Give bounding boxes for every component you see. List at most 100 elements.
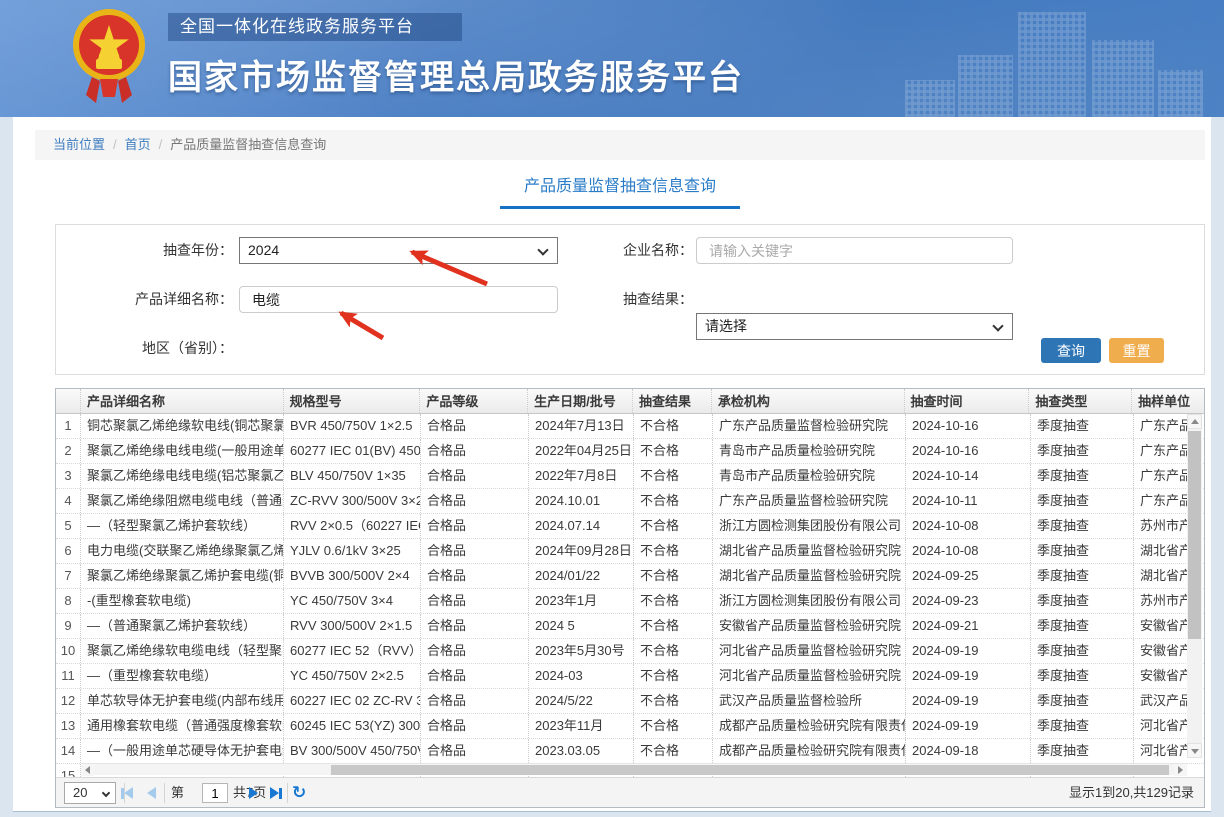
breadcrumb-location-label: 当前位置 [53,137,105,152]
table-row[interactable]: 9 —（普通聚氯乙烯护套软线） RVV 300/500V 2×1.5（ 合格品 … [56,614,1204,639]
cell-inspection-time: 2024-10-08 [906,539,1031,563]
scroll-left-button[interactable] [81,764,94,776]
cell-inspection-type: 季度抽查 [1031,539,1134,563]
table-row[interactable]: 1 铜芯聚氯乙烯绝缘软电线(铜芯聚氯乙 BVR 450/750V 1×2.5 合… [56,414,1204,439]
table-row[interactable]: 5 —（轻型聚氯乙烯护套软线） RVV 2×0.5（60227 IEC 合格品 … [56,514,1204,539]
table-row[interactable]: 4 聚氯乙烯绝缘阻燃电缆电线（普通聚氯 ZC-RVV 300/500V 3×2 … [56,489,1204,514]
pager-divider [164,783,165,803]
reset-button[interactable]: 重置 [1109,338,1164,363]
scroll-down-button[interactable] [1187,743,1202,758]
cell-product-grade: 合格品 [421,414,529,438]
cell-inspection-type: 季度抽查 [1031,639,1134,663]
company-label: 企业名称： [516,237,693,264]
result-label: 抽查结果： [516,286,693,313]
cell-inspection-result: 不合格 [634,664,713,688]
table-row[interactable]: 13 通用橡套软电缆（普通强度橡套软线） 60245 IEC 53(YZ) 30… [56,714,1204,739]
page: 全国一体化在线政务服务平台 国家市场监督管理总局政务服务平台 当前位置/首页/产… [0,0,1224,817]
scroll-right-button[interactable] [1174,764,1187,776]
cell-inspection-result: 不合格 [634,414,713,438]
header-product-grade: 产品等级 [420,389,528,413]
tab-query[interactable]: 产品质量监督抽查信息查询 [500,174,740,209]
table-row[interactable]: 11 —（重型橡套软电缆） YC 450/750V 2×2.5 合格品 2024… [56,664,1204,689]
cell-sampling-unit: 河北省产 [1134,739,1189,763]
triangle-down-icon [1191,749,1199,754]
cell-product-name: 聚氯乙烯绝缘电线电缆(铝芯聚氯乙烯 [81,464,284,488]
table-row[interactable]: 6 电力电缆(交联聚乙烯绝缘聚氯乙烯护 YJLV 0.6/1kV 3×25 合格… [56,539,1204,564]
cell-inspection-type: 季度抽查 [1031,689,1134,713]
cell-production-date: 2024/01/22 [529,564,634,588]
cell-product-name: 单芯软导体无护套电缆(内部布线用导 [81,689,284,713]
cell-inspection-result: 不合格 [634,739,713,763]
building-decoration [1092,40,1154,117]
company-input[interactable] [696,237,1013,264]
cell-inspection-type: 季度抽查 [1031,439,1134,463]
year-select[interactable]: 2024 [239,237,558,264]
cell-inspection-type: 季度抽查 [1031,664,1134,688]
cell-production-date: 2023年1月 [529,589,634,613]
cell-row-number: 9 [56,614,81,638]
cell-row-number: 14 [56,739,81,763]
refresh-icon[interactable]: ↻ [292,778,306,808]
cell-sampling-unit: 湖北省产 [1134,539,1189,563]
cell-spec-model: RVV 2×0.5（60227 IEC [284,514,421,538]
result-select[interactable]: 请选择 [696,313,1013,340]
cell-sampling-unit: 安徽省产 [1134,614,1189,638]
cell-row-number: 8 [56,589,81,613]
cell-inspection-agency: 河北省产品质量监督检验研究院 [713,664,906,688]
table-row[interactable]: 14 —（一般用途单芯硬导体无护套电缆) BV 300/500V 450/750… [56,739,1204,764]
cell-spec-model: RVV 300/500V 2×1.5（ [284,614,421,638]
cell-spec-model: YC 450/750V 2×2.5 [284,664,421,688]
horizontal-scrollbar[interactable] [81,763,1187,775]
page-number-input[interactable] [202,783,228,803]
cell-inspection-agency: 青岛市产品质量检验研究院 [713,464,906,488]
cell-row-number: 4 [56,489,81,513]
cell-spec-model: YC 450/750V 3×4 [284,589,421,613]
table-row[interactable]: 3 聚氯乙烯绝缘电线电缆(铝芯聚氯乙烯 BLV 450/750V 1×35 合格… [56,464,1204,489]
cell-inspection-agency: 浙江方圆检测集团股份有限公司 [713,589,906,613]
cell-row-number: 6 [56,539,81,563]
product-input[interactable] [239,286,558,313]
horizontal-scrollbar-thumb[interactable] [331,765,1169,775]
building-decoration [1018,12,1086,117]
cell-sampling-unit: 广东产品 [1134,439,1189,463]
breadcrumb-separator: / [159,137,163,152]
page-size-select[interactable]: 20 [64,782,116,804]
cell-row-number: 13 [56,714,81,738]
cell-product-grade: 合格品 [421,714,529,738]
breadcrumb-home-link[interactable]: 首页 [125,137,151,152]
scroll-up-button[interactable] [1187,414,1202,429]
cell-sampling-unit: 苏州市产 [1134,589,1189,613]
next-page-button[interactable] [244,784,262,802]
table-row[interactable]: 2 聚氯乙烯绝缘电线电缆(一般用途单芯 60277 IEC 01(BV) 450… [56,439,1204,464]
building-decoration [905,80,955,117]
cell-sampling-unit: 湖北省产 [1134,564,1189,588]
cell-product-grade: 合格品 [421,489,529,513]
cell-product-grade: 合格品 [421,539,529,563]
cell-product-grade: 合格品 [421,639,529,663]
search-button[interactable]: 查询 [1041,338,1101,363]
cell-product-grade: 合格品 [421,439,529,463]
cell-inspection-type: 季度抽查 [1031,514,1134,538]
last-page-button[interactable] [267,784,285,802]
main-content: 当前位置/首页/产品质量监督抽查信息查询 产品质量监督抽查信息查询 抽查年份： … [13,117,1211,812]
year-select-value: 2024 [248,242,279,258]
year-label: 抽查年份： [56,237,233,264]
cell-inspection-type: 季度抽查 [1031,564,1134,588]
cell-spec-model: 60277 IEC 52（RVV） 3 [284,639,421,663]
cell-inspection-agency: 河北省产品质量监督检验研究院 [713,639,906,663]
results-grid: 产品详细名称 规格型号 产品等级 生产日期/批号 抽查结果 承检机构 抽查时间 … [55,388,1205,808]
cell-inspection-result: 不合格 [634,714,713,738]
table-row[interactable]: 12 单芯软导体无护套电缆(内部布线用导 60227 IEC 02 ZC-RV … [56,689,1204,714]
cell-product-grade: 合格品 [421,564,529,588]
cell-spec-model: 60245 IEC 53(YZ) 300/5 [284,714,421,738]
table-row[interactable]: 10 聚氯乙烯绝缘软电缆电线（轻型聚氯乙 60277 IEC 52（RVV） 3… [56,639,1204,664]
first-page-button[interactable] [118,784,136,802]
table-row[interactable]: 7 聚氯乙烯绝缘聚氯乙烯护套电缆(铜芯 BVVB 300/500V 2×4 合格… [56,564,1204,589]
vertical-scrollbar-thumb[interactable] [1188,431,1201,639]
table-row[interactable]: 8 -(重型橡套软电缆) YC 450/750V 3×4 合格品 2023年1月… [56,589,1204,614]
building-decoration [958,55,1013,117]
cell-row-number: 3 [56,464,81,488]
vertical-scrollbar[interactable] [1187,414,1202,758]
prev-page-button[interactable] [142,784,160,802]
cell-inspection-agency: 成都产品质量检验研究院有限责任公司 [713,739,906,763]
